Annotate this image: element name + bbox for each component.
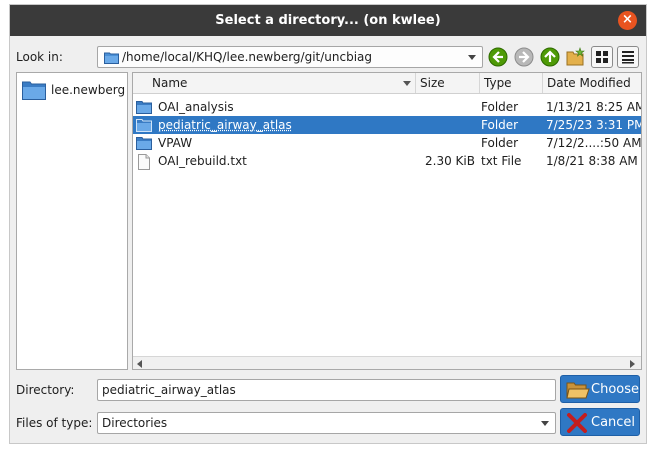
sidebar-item-label: lee.newberg — [51, 83, 126, 97]
new-folder-icon[interactable] — [566, 47, 586, 67]
files-of-type-select[interactable]: Directories — [97, 412, 556, 434]
file-size — [425, 134, 475, 152]
title-bar[interactable]: Select a directory... (on kwlee) × — [10, 5, 646, 36]
file-date: 7/12/2....:50 AM — [546, 136, 641, 150]
close-icon: × — [622, 12, 633, 27]
chevron-down-icon — [468, 55, 476, 60]
directory-label: Directory: — [16, 383, 75, 397]
folder-icon — [22, 81, 46, 100]
file-size: 2.30 KiB — [425, 154, 475, 168]
cancel-icon — [567, 413, 587, 433]
dialog-title: Select a directory... (on kwlee) — [215, 13, 441, 28]
file-list-header: Name Size Type Date Modified — [133, 73, 641, 94]
file-name: VPAW — [158, 136, 193, 150]
file-chooser-dialog: Select a directory... (on kwlee) × Look … — [9, 4, 647, 444]
list-view-icon — [596, 51, 608, 63]
scroll-right-icon[interactable] — [630, 360, 635, 368]
file-date: 7/25/23 3:31 PM — [546, 118, 641, 132]
column-header-name[interactable]: Name — [133, 73, 416, 93]
folder-icon — [136, 137, 152, 150]
file-size — [425, 98, 475, 116]
list-view-button[interactable] — [591, 46, 613, 68]
look-in-combo[interactable]: /home/local/KHQ/lee.newberg/git/uncbiag — [97, 46, 483, 68]
folder-icon — [136, 101, 152, 114]
file-type: txt File — [481, 154, 522, 168]
files-of-type-value: Directories — [102, 416, 168, 430]
look-in-label: Look in: — [16, 50, 63, 64]
cancel-button[interactable]: Cancel — [560, 408, 640, 436]
detail-view-icon — [622, 51, 634, 64]
detail-view-button[interactable] — [617, 46, 639, 68]
choose-button[interactable]: Choose — [560, 375, 640, 403]
file-name: OAI_analysis — [158, 100, 234, 114]
look-in-path: /home/local/KHQ/lee.newberg/git/uncbiag — [122, 50, 373, 64]
file-row[interactable]: VPAW Folder 7/12/2....:50 AM — [133, 134, 641, 152]
sidebar-item-home[interactable]: lee.newberg — [20, 79, 126, 101]
parent-directory-icon[interactable] — [540, 47, 560, 67]
file-size — [425, 116, 475, 134]
scroll-left-icon[interactable] — [137, 360, 142, 368]
column-header-type[interactable]: Type — [480, 73, 543, 93]
forward-icon[interactable] — [514, 47, 534, 67]
file-type: Folder — [481, 118, 519, 132]
file-row-selected[interactable]: pediatric_airway_atlas Folder 7/25/23 3:… — [133, 116, 641, 134]
file-name: pediatric_airway_atlas — [158, 118, 292, 132]
file-row[interactable]: OAI_analysis Folder 1/13/21 8:25 AM — [133, 98, 641, 116]
column-header-size[interactable]: Size — [416, 73, 480, 93]
files-of-type-label: Files of type: — [16, 416, 93, 430]
directory-input[interactable]: pediatric_airway_atlas — [97, 379, 556, 401]
sort-descending-icon — [403, 81, 411, 86]
file-type: Folder — [481, 100, 519, 114]
open-folder-icon — [566, 382, 590, 399]
horizontal-scrollbar[interactable] — [133, 356, 641, 369]
column-header-date-modified[interactable]: Date Modified — [543, 73, 641, 93]
folder-icon — [104, 52, 119, 64]
places-sidebar: lee.newberg — [16, 72, 128, 370]
back-icon[interactable] — [488, 47, 508, 67]
file-name: OAI_rebuild.txt — [158, 154, 247, 168]
cancel-button-label: Cancel — [591, 415, 636, 430]
folder-icon — [136, 119, 152, 132]
chevron-down-icon — [541, 421, 549, 426]
close-button[interactable]: × — [618, 11, 637, 30]
file-date: 1/8/21 8:38 AM — [546, 154, 638, 168]
file-icon — [138, 154, 150, 170]
file-row[interactable]: OAI_rebuild.txt 2.30 KiB txt File 1/8/21… — [133, 152, 641, 170]
choose-button-label: Choose — [591, 382, 639, 397]
file-list[interactable]: Name Size Type Date Modified OAI_analysi… — [132, 72, 642, 370]
file-date: 1/13/21 8:25 AM — [546, 100, 641, 114]
file-type: Folder — [481, 136, 519, 150]
directory-value: pediatric_airway_atlas — [102, 383, 236, 397]
